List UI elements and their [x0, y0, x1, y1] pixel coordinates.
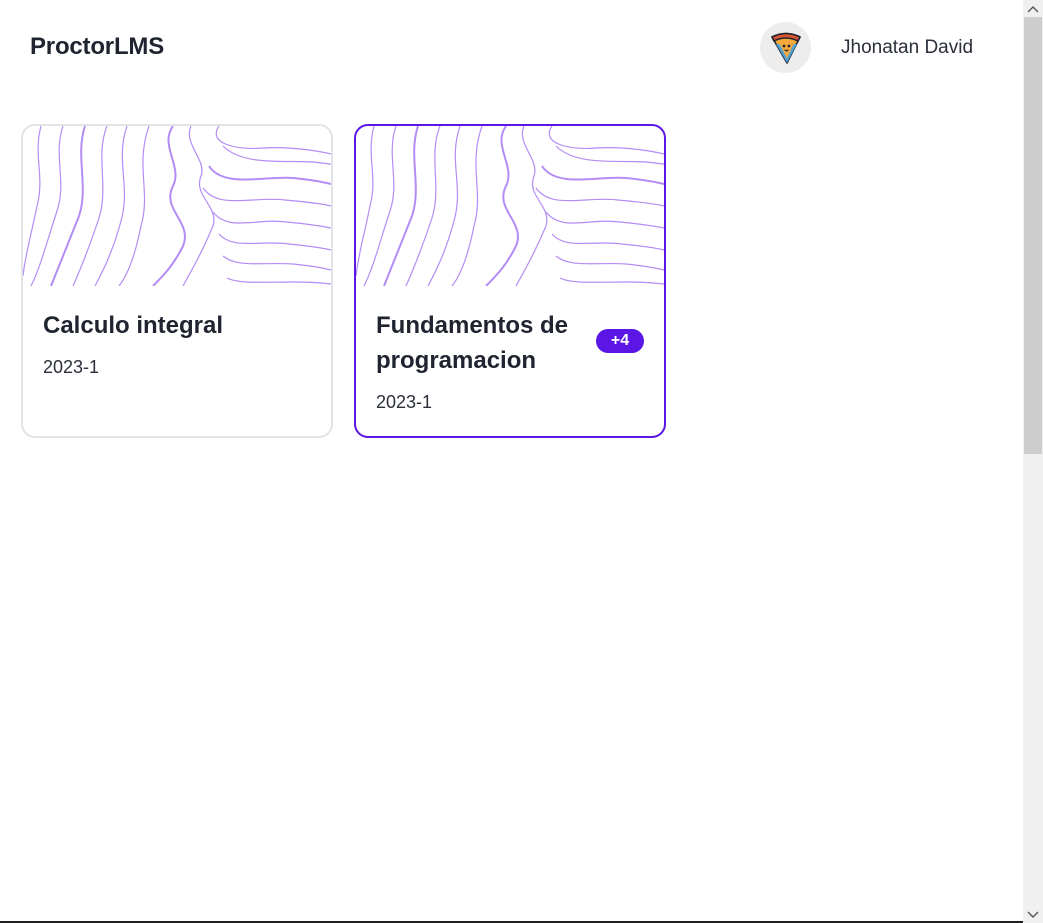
page: ProctorLMS Jhonatan David Calculo integr… — [0, 0, 1023, 923]
app-logo-text[interactable]: ProctorLMS — [30, 33, 164, 61]
scrollbar-thumb[interactable] — [1024, 17, 1042, 454]
course-term: 2023-1 — [376, 392, 433, 412]
pizza-slice-icon — [770, 32, 801, 64]
course-card-body: Calculo integral 2023-1 — [43, 308, 311, 378]
top-bar: ProctorLMS Jhonatan David — [0, 0, 1023, 96]
user-avatar[interactable] — [760, 22, 811, 73]
user-name[interactable]: Jhonatan David — [841, 37, 973, 59]
course-banner-pattern — [23, 126, 331, 286]
scroll-up-arrow-icon[interactable] — [1023, 0, 1043, 17]
course-card-body: Fundamentos de programacion 2023-1 — [376, 308, 644, 413]
scroll-down-arrow-icon[interactable] — [1023, 906, 1043, 923]
course-title: Calculo integral — [43, 312, 224, 339]
course-card[interactable]: Calculo integral 2023-1 — [21, 124, 333, 438]
course-count-badge: +4 — [596, 329, 644, 353]
vertical-scrollbar[interactable] — [1023, 0, 1043, 923]
course-card[interactable]: Fundamentos de programacion 2023-1 +4 — [354, 124, 666, 438]
course-title: Fundamentos de programacion — [376, 312, 569, 374]
course-term: 2023-1 — [43, 357, 100, 377]
course-banner-pattern — [356, 126, 664, 286]
